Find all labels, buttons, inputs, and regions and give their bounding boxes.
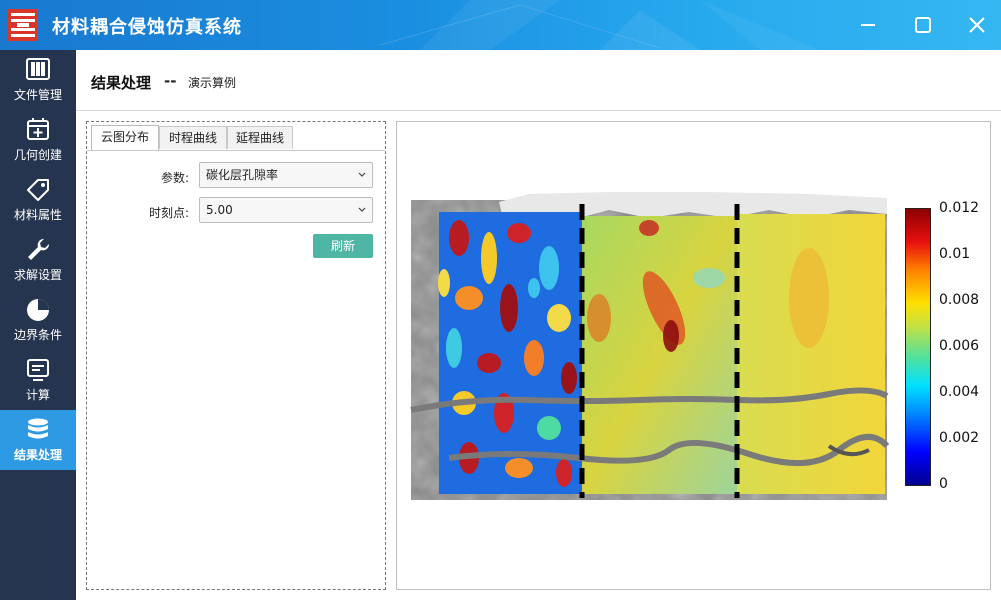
param-select-value: 碳化层孔隙率 xyxy=(206,168,279,182)
page-header: 结果处理 -- 演示算例 xyxy=(76,50,1001,111)
sidebar-item-material-properties[interactable]: 材料属性 xyxy=(0,170,76,230)
colorbar-tick-label: 0.01 xyxy=(939,246,971,262)
colorbar-tick-label: 0.008 xyxy=(939,292,980,308)
tab-path-curve[interactable]: 延程曲线 xyxy=(227,126,293,149)
tab-time-history-curve[interactable]: 时程曲线 xyxy=(159,126,227,149)
tab-contour-distribution[interactable]: 云图分布 xyxy=(91,125,159,150)
param-label: 参数: xyxy=(160,171,189,185)
monitor-icon xyxy=(27,359,49,381)
wrench-icon xyxy=(28,238,50,260)
chevron-down-icon xyxy=(358,172,366,177)
sidebar-item-solve-settings[interactable]: 求解设置 xyxy=(0,230,76,290)
page-subtitle: 演示算例 xyxy=(188,76,237,90)
sidebar-item-label: 材料属性 xyxy=(13,208,62,222)
sidebar: 文件管理 几何创建 材料属性 求解设置 边界条件 计算 结果处理 xyxy=(0,50,76,600)
colorbar-tick-label: 0.012 xyxy=(939,200,980,216)
colorbar-tick-label: 0.006 xyxy=(939,338,980,354)
tag-icon xyxy=(27,179,49,201)
sidebar-item-label: 计算 xyxy=(25,388,50,402)
time-label: 时刻点: xyxy=(148,206,189,220)
param-select[interactable]: 碳化层孔隙率 xyxy=(199,162,373,188)
sidebar-item-label: 文件管理 xyxy=(13,88,62,102)
app-title: 材料耦合侵蚀仿真系统 xyxy=(52,17,242,38)
maximize-icon[interactable] xyxy=(912,14,934,36)
sidebar-item-label: 求解设置 xyxy=(13,268,62,282)
time-select[interactable]: 5.00 xyxy=(199,197,373,223)
chevron-down-icon xyxy=(358,207,366,212)
sidebar-item-result-processing[interactable]: 结果处理 xyxy=(0,410,76,470)
colorbar-tick-label: 0.002 xyxy=(939,430,980,446)
title-bar: 材料耦合侵蚀仿真系统 xyxy=(0,0,1001,50)
result-panel: 0.012 0.01 0.008 0.006 0.004 0.002 0 xyxy=(396,121,991,590)
title-separator: -- xyxy=(164,72,177,90)
sidebar-item-label: 几何创建 xyxy=(13,148,62,162)
colorbar xyxy=(905,208,931,486)
close-icon[interactable] xyxy=(966,14,988,36)
file-manage-icon xyxy=(26,58,50,80)
contour-result-image xyxy=(410,192,889,500)
sidebar-item-boundary-conditions[interactable]: 边界条件 xyxy=(0,290,76,350)
sidebar-item-compute[interactable]: 计算 xyxy=(0,350,76,410)
colorbar-tick-label: 0 xyxy=(939,476,948,492)
time-select-value: 5.00 xyxy=(206,203,233,217)
app-logo-icon xyxy=(8,9,38,41)
sidebar-item-file-manage[interactable]: 文件管理 xyxy=(0,50,76,110)
sidebar-item-geometry-create[interactable]: 几何创建 xyxy=(0,110,76,170)
sidebar-item-label: 边界条件 xyxy=(13,328,62,342)
minimize-icon[interactable] xyxy=(857,14,879,36)
control-panel: 云图分布 时程曲线 延程曲线 参数: 碳化层孔隙率 时刻点: 5.00 刷新 xyxy=(86,121,386,590)
refresh-button[interactable]: 刷新 xyxy=(313,234,373,258)
database-icon xyxy=(28,418,48,439)
tab-divider xyxy=(87,150,385,151)
page-title: 结果处理 xyxy=(91,74,152,92)
pie-chart-icon xyxy=(27,299,49,321)
colorbar-tick-label: 0.004 xyxy=(939,384,980,400)
geometry-create-icon xyxy=(27,118,49,140)
sidebar-item-label: 结果处理 xyxy=(13,448,62,462)
